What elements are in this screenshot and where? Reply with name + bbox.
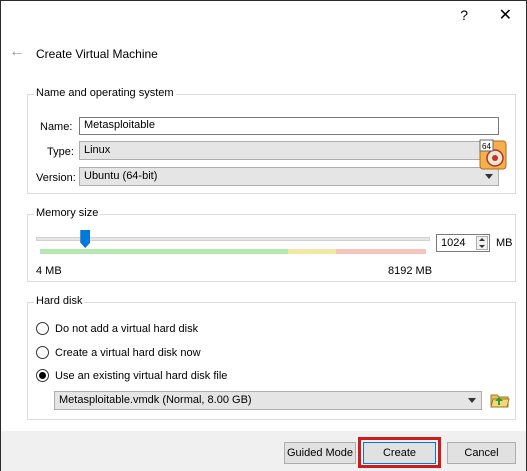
page-title: Create Virtual Machine (36, 47, 158, 61)
ubuntu-64-icon: 64 (479, 139, 507, 170)
radio-label-existing-disk[interactable]: Use an existing virtual hard disk file (55, 370, 227, 382)
memory-unit: MB (496, 237, 513, 249)
disk-file-select[interactable]: Metasploitable.vmdk (Normal, 8.00 GB) (54, 391, 482, 410)
version-value: Ubuntu (64-bit) (84, 170, 158, 182)
spin-up-icon[interactable] (479, 238, 485, 241)
radio-label-create-disk[interactable]: Create a virtual hard disk now (55, 347, 201, 359)
type-label: Type: (47, 146, 74, 158)
folder-open-icon[interactable] (490, 391, 510, 409)
slider-zone-red (336, 249, 426, 254)
type-value: Linux (84, 144, 111, 156)
memory-min-label: 4 MB (36, 265, 62, 277)
memory-spinbox[interactable]: 1024 (436, 234, 490, 252)
name-os-group: Name and operating system Name: Metasplo… (27, 87, 516, 194)
group-legend: Hard disk (34, 295, 85, 307)
memory-slider-handle[interactable] (80, 230, 91, 248)
disk-file-value: Metasploitable.vmdk (Normal, 8.00 GB) (59, 394, 252, 406)
arrow-left-icon[interactable]: ← (9, 43, 25, 61)
guided-mode-button[interactable]: Guided Mode (284, 442, 356, 464)
chevron-down-icon (468, 398, 476, 403)
slider-zone-green (40, 249, 288, 254)
memory-value: 1024 (441, 237, 466, 249)
chevron-down-icon (485, 174, 493, 179)
spin-buttons[interactable] (476, 236, 488, 250)
dialog-footer: Guided Mode Create Cancel (1, 431, 526, 471)
radio-create-disk[interactable] (36, 346, 49, 359)
os-badge-text: 64 (482, 142, 491, 151)
name-label: Name: (40, 121, 73, 133)
memory-group: Memory size 4 MB 8192 MB 1024 MB (27, 207, 516, 282)
close-icon[interactable]: ✕ (499, 5, 512, 25)
wizard-header: ← Create Virtual Machine (1, 31, 526, 81)
radio-existing-disk[interactable] (36, 369, 49, 382)
content-area: Name and operating system Name: Metasplo… (1, 81, 526, 431)
help-button[interactable]: ? (460, 7, 468, 23)
cancel-button[interactable]: Cancel (447, 442, 516, 464)
group-legend: Memory size (34, 207, 101, 219)
hard-disk-group: Hard disk Do not add a virtual hard disk… (27, 295, 516, 420)
spin-down-icon[interactable] (479, 245, 485, 248)
type-select[interactable]: Linux (79, 141, 499, 160)
memory-max-label: 8192 MB (388, 265, 433, 277)
create-vm-dialog: ? ✕ ← Create Virtual Machine Name and op… (0, 0, 527, 471)
radio-label-no-disk[interactable]: Do not add a virtual hard disk (55, 323, 198, 335)
name-field[interactable]: Metasploitable (79, 117, 499, 135)
radio-no-disk[interactable] (36, 322, 49, 335)
slider-zone-yellow (288, 249, 336, 254)
version-select[interactable]: Ubuntu (64-bit) (79, 167, 499, 186)
memory-slider-track[interactable] (36, 237, 430, 241)
group-legend: Name and operating system (34, 87, 176, 99)
title-bar: ? ✕ (1, 1, 526, 31)
version-label: Version: (36, 172, 76, 184)
create-button[interactable]: Create (363, 442, 436, 464)
